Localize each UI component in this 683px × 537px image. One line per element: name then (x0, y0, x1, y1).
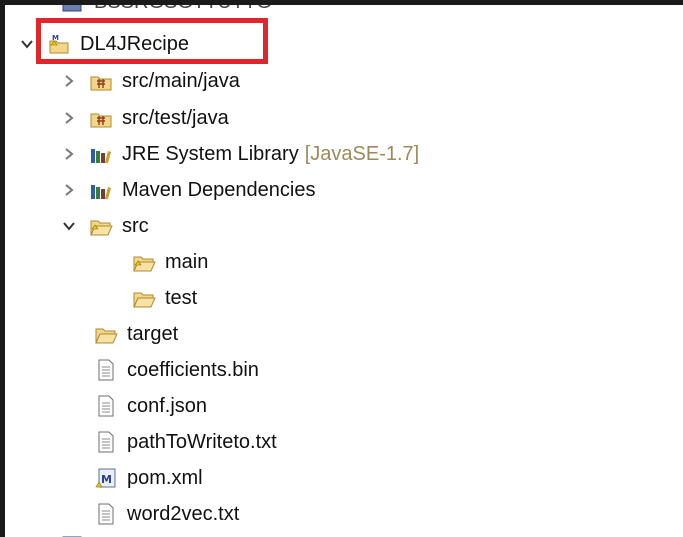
package-folder-icon (88, 106, 114, 130)
text-file-icon (93, 394, 119, 418)
tree-item-partial-top[interactable]: BSSRGSGTTUTTG (60, 5, 272, 19)
text-file-icon (93, 358, 119, 382)
project-highlight-box (36, 18, 268, 64)
chevron-right-icon[interactable] (60, 181, 78, 199)
tree-item-label: test (165, 287, 198, 309)
tree-item-src-test-java[interactable]: src/test/java (60, 101, 229, 135)
package-folder-icon (88, 69, 114, 93)
svg-text:M: M (101, 473, 112, 486)
chevron-down-icon[interactable] (60, 217, 78, 235)
library-icon (88, 142, 114, 166)
text-file-icon (93, 502, 119, 526)
tree-item-label: pathToWriteto.txt (127, 431, 277, 453)
tree-item-label: Maven Dependencies (122, 179, 316, 201)
tree-item-label: target (127, 323, 179, 345)
tree-item-src[interactable]: src (60, 209, 149, 243)
jre-version-decoration: [JavaSE-1.7] (304, 143, 420, 165)
chevron-right-icon[interactable] (60, 72, 78, 90)
tree-item-label: src/test/java (122, 107, 229, 129)
project-icon (60, 5, 86, 14)
library-icon (88, 178, 114, 202)
folder-open-warning-icon (131, 250, 157, 274)
chevron-right-icon[interactable] (60, 145, 78, 163)
tree-item-label: coefficients.bin (127, 359, 259, 381)
tree-item-label: src/main/java (122, 70, 240, 92)
folder-open-icon (131, 286, 157, 310)
chevron-right-icon[interactable] (60, 109, 78, 127)
tree-item-label: conf.json (127, 395, 208, 417)
tree-item-label: main (165, 251, 209, 273)
text-file-icon (93, 430, 119, 454)
tree-item-label: word2vec.txt (127, 503, 240, 525)
tree-item-jre-library[interactable]: JRE System Library [JavaSE-1.7] (60, 137, 419, 171)
tree-item-label: src (122, 215, 149, 237)
tree-item-coefficients-bin[interactable]: coefficients.bin (93, 353, 259, 387)
tree-item-partial-bottom[interactable] (60, 523, 94, 537)
tree-item-pom-xml[interactable]: M pom.xml (93, 461, 203, 495)
tree-item-test[interactable]: test (131, 281, 197, 315)
tree-item-label: BSSRGSGTTUTTG (94, 5, 272, 19)
tree-item-label: pom.xml (127, 467, 203, 489)
tree-item-path-to-writeto-txt[interactable]: pathToWriteto.txt (93, 425, 277, 459)
tree-item-main[interactable]: main (131, 245, 208, 279)
tree-item-label: JRE System Library (122, 143, 299, 165)
tree-item-src-main-java[interactable]: src/main/java (60, 64, 240, 98)
project-icon (60, 528, 86, 537)
tree-item-target[interactable]: target (93, 317, 178, 351)
folder-open-icon (93, 322, 119, 346)
tree-item-word2vec-txt[interactable]: word2vec.txt (93, 497, 239, 531)
maven-pom-file-icon: M (93, 466, 119, 490)
tree-item-conf-json[interactable]: conf.json (93, 389, 207, 423)
chevron-down-icon[interactable] (18, 35, 36, 53)
tree-item-maven-dependencies[interactable]: Maven Dependencies (60, 173, 315, 207)
project-explorer-tree[interactable]: BSSRGSGTTUTTG M DL4JRecipe src/main/java (5, 5, 683, 537)
folder-open-warning-icon (88, 214, 114, 238)
